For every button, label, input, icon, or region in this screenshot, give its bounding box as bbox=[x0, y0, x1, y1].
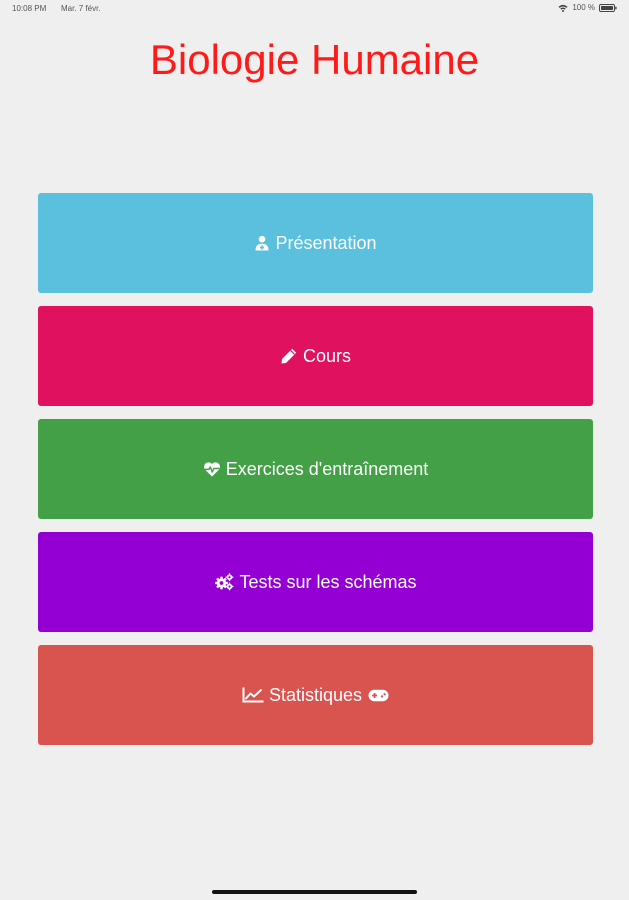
line-chart-icon bbox=[242, 687, 264, 703]
status-right: 100 % bbox=[558, 3, 617, 12]
presentation-button[interactable]: Présentation bbox=[38, 193, 593, 293]
heartbeat-icon bbox=[203, 461, 221, 477]
presentation-button-label: Présentation bbox=[275, 232, 377, 253]
cours-button[interactable]: Cours bbox=[38, 306, 593, 406]
statistiques-button-label: Statistiques bbox=[268, 684, 363, 705]
exercices-button-label: Exercices d'entraînement bbox=[225, 458, 429, 479]
main-menu: Présentation Cours Exercices d'entraînem… bbox=[38, 193, 593, 758]
user-doctor-icon bbox=[254, 235, 270, 251]
tests-schemas-button[interactable]: Tests sur les schémas bbox=[38, 532, 593, 632]
exercices-button[interactable]: Exercices d'entraînement bbox=[38, 419, 593, 519]
wifi-icon bbox=[558, 4, 568, 12]
gamepad-icon bbox=[368, 689, 389, 702]
app-title: Biologie Humaine bbox=[149, 36, 480, 83]
status-bar: 10:08 PM Mar. 7 févr. 100 % bbox=[0, 0, 629, 20]
battery-icon bbox=[599, 3, 617, 12]
status-time: 10:08 PM bbox=[12, 4, 47, 13]
battery-percent: 100 % bbox=[572, 3, 595, 12]
home-indicator[interactable] bbox=[212, 890, 417, 894]
statistiques-button[interactable]: Statistiques bbox=[38, 645, 593, 745]
cogs-icon bbox=[214, 573, 234, 591]
cours-button-label: Cours bbox=[302, 345, 351, 366]
tests-schemas-button-label: Tests sur les schémas bbox=[239, 571, 417, 592]
status-date: Mar. 7 févr. bbox=[61, 4, 101, 13]
pencil-icon bbox=[280, 347, 298, 365]
